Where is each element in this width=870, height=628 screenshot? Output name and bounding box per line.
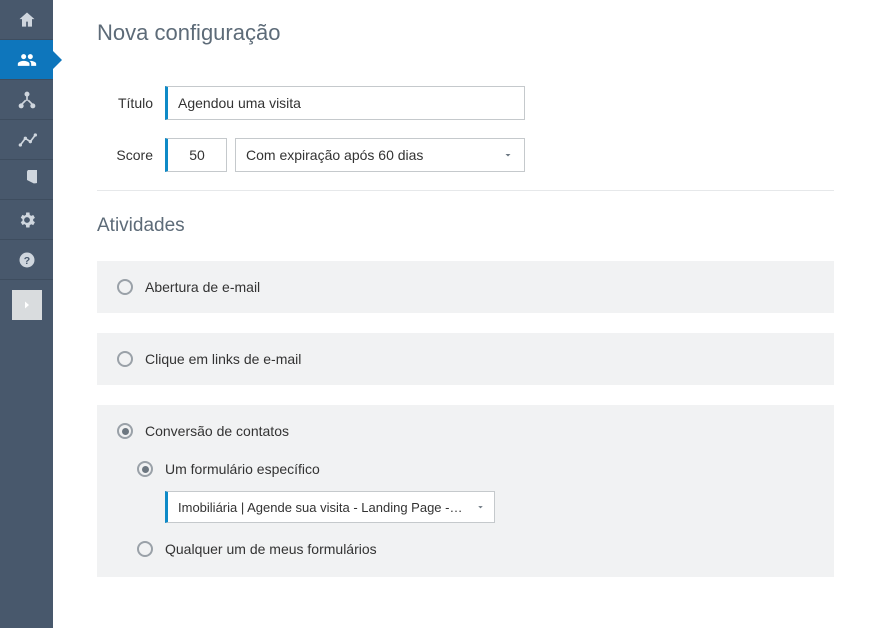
specific-form-selected-label: Imobiliária | Agende sua visita - Landin… [178, 500, 466, 515]
home-icon [17, 10, 37, 30]
activity-label: Abertura de e-mail [145, 279, 260, 295]
chevron-down-icon [475, 502, 486, 513]
sidebar-collapse-button[interactable] [12, 290, 42, 320]
radio-icon [117, 351, 133, 367]
nav-reports[interactable] [0, 160, 53, 200]
path-icon [17, 130, 37, 150]
nav-workflow[interactable] [0, 80, 53, 120]
activity-radio-email-open[interactable]: Abertura de e-mail [117, 279, 814, 295]
expiration-select[interactable]: Com expiração após 60 dias [235, 138, 525, 172]
sub-radio-label: Um formulário específico [165, 461, 320, 477]
sub-radio-specific-form[interactable]: Um formulário específico [137, 461, 814, 477]
activity-label: Clique em links de e-mail [145, 351, 301, 367]
sub-radio-any-form[interactable]: Qualquer um de meus formulários [137, 541, 814, 557]
nodes-icon [17, 90, 37, 110]
specific-form-select[interactable]: Imobiliária | Agende sua visita - Landin… [165, 491, 495, 523]
main-content: Nova configuração Título Score Com expir… [53, 0, 870, 628]
activity-radio-conversion[interactable]: Conversão de contatos [117, 423, 814, 439]
activity-card-link-click: Clique em links de e-mail [97, 333, 834, 385]
score-input[interactable] [165, 138, 227, 172]
activity-radio-link-click[interactable]: Clique em links de e-mail [117, 351, 814, 367]
svg-text:?: ? [23, 254, 29, 266]
users-icon [17, 50, 37, 70]
nav-settings[interactable] [0, 200, 53, 240]
radio-icon [117, 423, 133, 439]
divider [97, 190, 834, 191]
page-title: Nova configuração [97, 20, 834, 46]
question-icon: ? [18, 251, 36, 269]
activity-label: Conversão de contatos [145, 423, 289, 439]
activity-card-email-open: Abertura de e-mail [97, 261, 834, 313]
sub-radio-label: Qualquer um de meus formulários [165, 541, 377, 557]
activity-card-conversion: Conversão de contatos Um formulário espe… [97, 405, 834, 577]
nav-analytics[interactable] [0, 120, 53, 160]
sidebar: ? [0, 0, 53, 628]
radio-icon [137, 461, 153, 477]
expiration-selected-label: Com expiração após 60 dias [246, 147, 423, 163]
radio-icon [137, 541, 153, 557]
gear-icon [17, 210, 37, 230]
nav-home[interactable] [0, 0, 53, 40]
radio-icon [117, 279, 133, 295]
titulo-input[interactable] [165, 86, 525, 120]
chevron-right-icon [21, 299, 33, 311]
pie-chart-icon [17, 170, 37, 190]
chevron-down-icon [502, 149, 514, 161]
nav-help[interactable]: ? [0, 240, 53, 280]
titulo-label: Título [97, 95, 165, 111]
activities-title: Atividades [97, 215, 834, 237]
nav-contacts[interactable] [0, 40, 53, 80]
score-label: Score [97, 147, 165, 163]
